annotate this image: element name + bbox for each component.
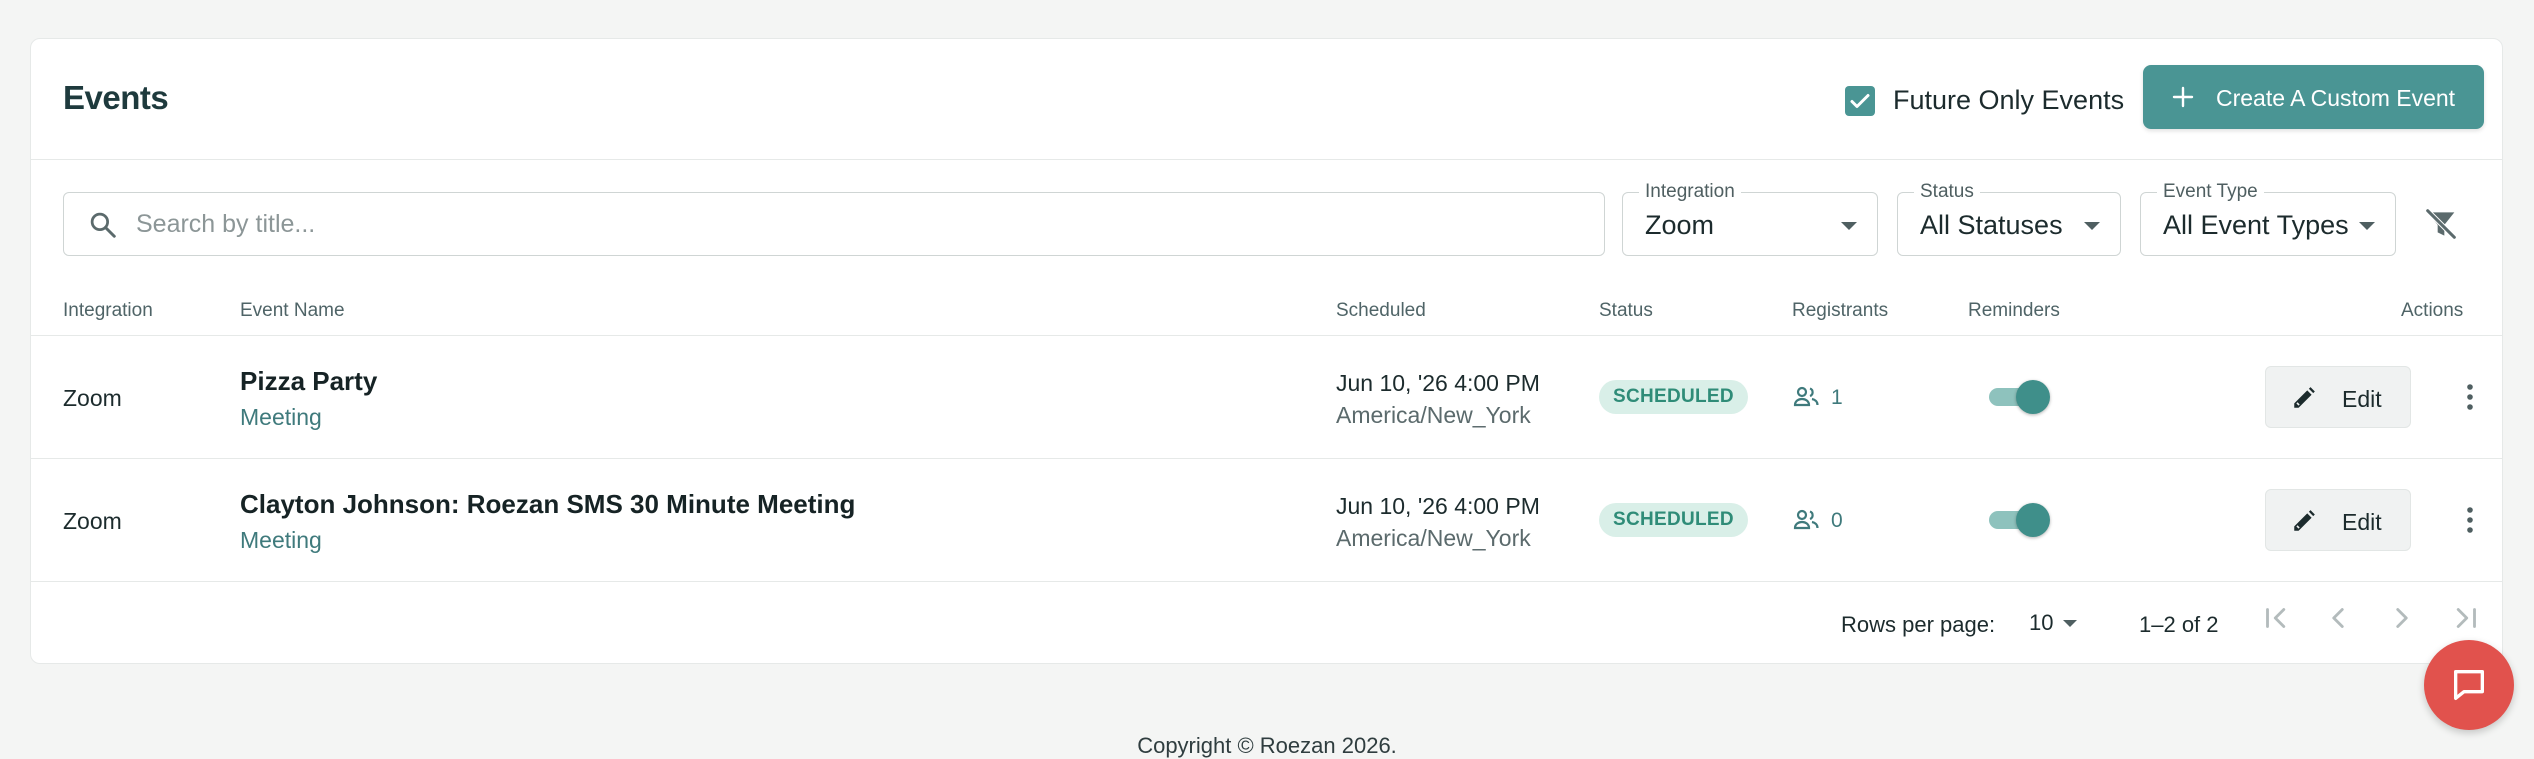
row-integration: Zoom (63, 508, 122, 534)
future-only-label[interactable]: Future Only Events (1893, 85, 2124, 116)
column-header-integration: Integration (63, 300, 153, 321)
row-scheduled-date: Jun 10, '26 4:00 PM (1336, 493, 1540, 519)
edit-button-label: Edit (2342, 509, 2382, 535)
pencil-icon (2294, 510, 2315, 531)
column-header-status: Status (1599, 300, 1653, 321)
chat-button[interactable] (2424, 640, 2514, 730)
chevron-down-icon (2063, 620, 2077, 627)
first-page-icon[interactable] (2259, 601, 2293, 635)
chevron-down-icon (2359, 222, 2375, 230)
create-custom-event-label: Create A Custom Event (2216, 85, 2456, 111)
rows-per-page-value: 10 (2029, 610, 2054, 635)
chevron-down-icon (2084, 222, 2100, 230)
events-card: Events Future Only Events Create A Custo… (30, 38, 2503, 664)
row-event-type: Meeting (240, 527, 322, 553)
page-title: Events (63, 79, 169, 116)
people-icon (1793, 386, 1819, 407)
row-scheduled-date: Jun 10, '26 4:00 PM (1336, 370, 1540, 396)
row-timezone: America/New_York (1336, 402, 1531, 428)
plus-icon (2172, 86, 2194, 108)
status-select-label: Status (1914, 181, 1980, 203)
column-header-scheduled: Scheduled (1336, 300, 1426, 321)
chevron-down-icon (1841, 222, 1857, 230)
event-type-select-value: All Event Types (2163, 210, 2349, 240)
check-icon (1850, 94, 1870, 108)
status-select-value: All Statuses (1920, 210, 2063, 240)
event-type-select[interactable]: Event Type All Event Types (2140, 181, 2396, 256)
copyright-text: Copyright © Roezan 2026. (1137, 733, 1397, 758)
row-event-name[interactable]: Clayton Johnson: Roezan SMS 30 Minute Me… (240, 489, 855, 520)
row-event-type: Meeting (240, 404, 322, 430)
reminders-toggle[interactable] (1989, 379, 2050, 415)
row-timezone: America/New_York (1336, 525, 1531, 551)
toggle-knob (2016, 503, 2050, 537)
event-type-select-label: Event Type (2157, 181, 2264, 203)
column-header-event-name: Event Name (240, 300, 345, 321)
pencil-icon (2294, 387, 2315, 408)
row-event-name[interactable]: Pizza Party (240, 366, 377, 397)
table-row[interactable]: Zoom Clayton Johnson: Roezan SMS 30 Minu… (31, 459, 2502, 581)
more-vert-icon[interactable] (2463, 503, 2477, 537)
card-header: Events Future Only Events Create A Custo… (31, 39, 2502, 160)
column-header-registrants: Registrants (1792, 300, 1889, 321)
integration-select-label: Integration (1639, 181, 1741, 203)
chevron-left-icon[interactable] (2321, 601, 2355, 635)
future-only-checkbox[interactable] (1845, 86, 1875, 116)
row-registrants-count[interactable]: 1 (1831, 386, 1843, 410)
rows-per-page-label: Rows per page: (1841, 612, 1996, 637)
edit-button[interactable]: Edit (2265, 489, 2411, 551)
table-row[interactable]: Zoom Pizza Party Meeting Jun 10, '26 4:0… (31, 336, 2502, 458)
filter-off-icon[interactable] (2421, 204, 2461, 244)
search-icon (90, 212, 116, 238)
chat-icon (2454, 670, 2484, 700)
row-integration: Zoom (63, 385, 122, 411)
table-footer-divider (31, 581, 2502, 582)
integration-select-value: Zoom (1645, 210, 1715, 240)
status-badge: SCHEDULED (1599, 503, 1748, 537)
row-registrants-count[interactable]: 0 (1831, 509, 1843, 533)
integration-select[interactable]: Integration Zoom (1622, 181, 1878, 256)
column-header-reminders: Reminders (1968, 300, 2060, 321)
column-header-actions: Actions (2401, 300, 2464, 321)
more-vert-icon[interactable] (2463, 380, 2477, 414)
reminders-toggle[interactable] (1989, 502, 2050, 538)
status-badge: SCHEDULED (1599, 380, 1748, 414)
create-custom-event-button[interactable]: Create A Custom Event (2143, 65, 2484, 129)
pagination-range: 1–2 of 2 (2139, 612, 2219, 637)
people-icon (1793, 509, 1819, 530)
chevron-right-icon[interactable] (2385, 601, 2419, 635)
search-input[interactable] (136, 205, 1576, 243)
toggle-knob (2016, 380, 2050, 414)
edit-button[interactable]: Edit (2265, 366, 2411, 428)
last-page-icon[interactable] (2449, 601, 2483, 635)
status-select[interactable]: Status All Statuses (1897, 181, 2121, 256)
edit-button-label: Edit (2342, 386, 2382, 412)
search-field[interactable] (63, 192, 1605, 256)
rows-per-page-select[interactable]: 10 (2029, 610, 2077, 636)
